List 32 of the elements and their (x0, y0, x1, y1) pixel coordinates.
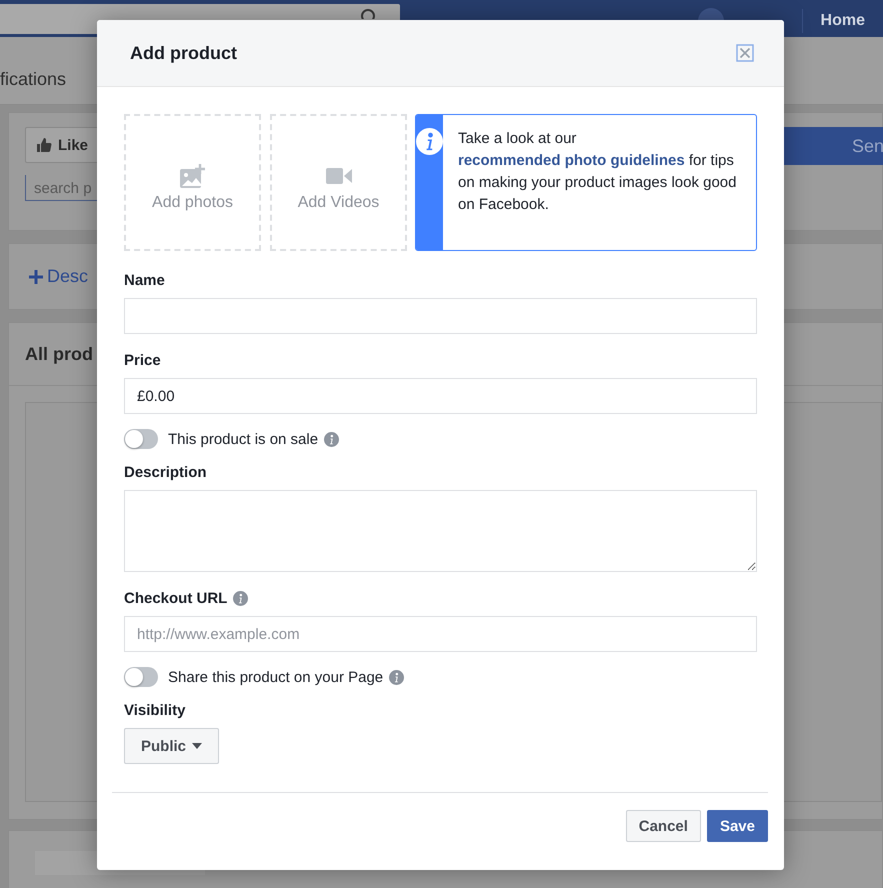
info-icon[interactable] (389, 670, 404, 684)
input-field[interactable]: £0.00 (124, 378, 757, 414)
toggle-label: This product is on sale (168, 430, 318, 448)
field-label: Visibility (124, 702, 186, 718)
text-area[interactable] (124, 490, 757, 572)
nav-tab[interactable]: fications (0, 69, 66, 90)
info-icon[interactable] (324, 432, 340, 446)
field-label: Checkout URL (124, 590, 228, 606)
guidelines-link[interactable]: recommended photo guidelines (458, 152, 685, 169)
toggle-label: Share this product on your Page (168, 668, 384, 686)
thumbs-up-icon (36, 137, 52, 153)
input-field[interactable]: http://www.example.com (124, 616, 757, 652)
search-icon (361, 9, 378, 19)
dialog-title: Add product (130, 42, 237, 64)
add-videos-button[interactable]: Add Videos (270, 114, 407, 251)
field-label: Description (124, 464, 207, 480)
toggle-switch[interactable] (124, 429, 158, 449)
toggle-switch[interactable] (124, 667, 158, 687)
visibility-dropdown[interactable]: Public (124, 728, 220, 764)
close-icon[interactable] (736, 44, 754, 62)
caret-icon (192, 743, 202, 749)
plus-icon (29, 270, 43, 284)
field-label: Name (124, 272, 165, 288)
input-field[interactable] (124, 298, 757, 334)
image-icon (180, 164, 206, 188)
home-link[interactable]: Home (802, 12, 883, 30)
info-icon[interactable] (233, 590, 248, 606)
save-button[interactable]: Save (706, 810, 768, 842)
tip-text: Take a look at our recommended photo guidelines for tips on making your product images look good on Facebook. (457, 129, 738, 215)
add-photos-button[interactable]: Add photos (124, 114, 261, 251)
cancel-button[interactable]: Cancel (626, 810, 701, 842)
field-label: Price (124, 352, 161, 368)
